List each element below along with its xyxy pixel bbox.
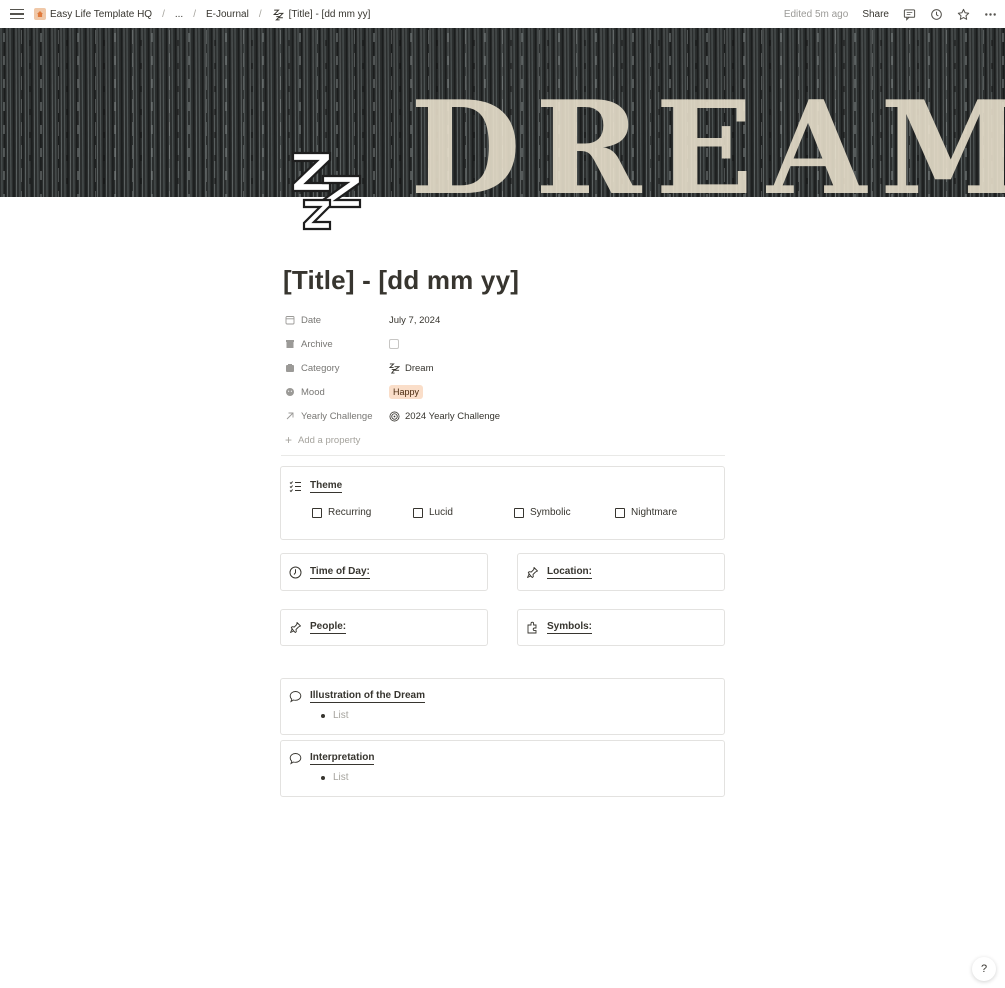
star-icon[interactable] xyxy=(957,8,970,21)
help-button[interactable]: ? xyxy=(972,957,996,981)
property-category-value[interactable]: Dream xyxy=(405,363,434,374)
speech-bubble-icon xyxy=(289,753,302,765)
add-property-button[interactable]: + Add a property xyxy=(283,428,723,452)
puzzle-icon xyxy=(527,621,537,634)
edited-status: Edited 5m ago xyxy=(783,8,849,20)
properties-divider xyxy=(281,455,725,456)
location-callout[interactable]: Location: xyxy=(517,553,725,591)
breadcrumb: Easy Life Template HQ / ... / E-Journal … xyxy=(34,8,370,21)
breadcrumb-parent[interactable]: E-Journal xyxy=(206,9,249,20)
location-label: Location: xyxy=(547,566,592,579)
property-yearly-value[interactable]: 2024 Yearly Challenge xyxy=(405,411,500,422)
mood-icon xyxy=(286,388,294,396)
time-of-day-callout[interactable]: Time of Day: xyxy=(280,553,488,591)
speech-bubble-icon xyxy=(289,691,302,703)
mood-tag[interactable]: Happy xyxy=(389,385,424,399)
property-yearly-challenge[interactable]: Yearly Challenge 2024 Yearly Challenge xyxy=(283,404,723,428)
clock-icon xyxy=(289,566,302,579)
theme-option-label: Lucid xyxy=(429,507,453,518)
help-icon: ? xyxy=(980,963,988,975)
history-icon[interactable] xyxy=(930,8,943,21)
symbols-callout[interactable]: Symbols: xyxy=(517,609,725,646)
archive-checkbox[interactable] xyxy=(389,339,399,349)
breadcrumb-ellipsis[interactable]: ... xyxy=(175,9,183,20)
theme-option-lucid[interactable]: Lucid xyxy=(413,507,514,518)
breadcrumb-current[interactable]: [Title] - [dd mm yy] xyxy=(289,9,371,20)
list-item[interactable]: List xyxy=(321,710,716,721)
bullet xyxy=(321,713,325,718)
property-yearly-label: Yearly Challenge xyxy=(301,410,373,422)
theme-option-label: Nightmare xyxy=(631,507,678,518)
illustration-title: Illustration of the Dream xyxy=(310,690,426,703)
bullet xyxy=(321,775,325,780)
property-date-value[interactable]: July 7, 2024 xyxy=(389,315,440,326)
illustration-callout[interactable]: Illustration of the Dream List xyxy=(280,678,725,735)
property-mood[interactable]: Mood Happy xyxy=(283,380,723,404)
zzz-icon xyxy=(272,9,284,20)
theme-option-label: Symbolic xyxy=(530,507,571,518)
list-placeholder[interactable]: List xyxy=(333,710,349,721)
list-item[interactable]: List xyxy=(321,772,716,783)
home-icon xyxy=(34,8,46,20)
theme-title: Theme xyxy=(310,480,343,493)
theme-callout: Theme Recurring Lucid Symbolic Nightmare xyxy=(280,466,725,540)
calendar-icon xyxy=(285,316,295,325)
interpretation-callout[interactable]: Interpretation List xyxy=(280,740,725,797)
comment-icon[interactable] xyxy=(903,8,916,21)
pin-icon xyxy=(527,567,538,578)
page-icon-zzz[interactable] xyxy=(290,150,364,234)
property-mood-label: Mood xyxy=(301,386,325,398)
people-callout[interactable]: People: xyxy=(280,609,488,646)
property-date-label: Date xyxy=(301,314,322,326)
property-archive-label: Archive xyxy=(301,338,333,350)
more-icon[interactable] xyxy=(984,8,997,21)
top-bar: Easy Life Template HQ / ... / E-Journal … xyxy=(0,0,1005,28)
theme-option-symbolic[interactable]: Symbolic xyxy=(514,507,615,518)
list-placeholder[interactable]: List xyxy=(333,772,349,783)
symbols-label: Symbols: xyxy=(547,621,593,634)
checkbox[interactable] xyxy=(413,507,423,518)
theme-option-nightmare[interactable]: Nightmare xyxy=(615,507,716,518)
theme-option-label: Recurring xyxy=(328,507,372,518)
add-property-label: Add a property xyxy=(298,434,361,446)
property-date[interactable]: Date July 7, 2024 xyxy=(283,308,723,332)
plus-icon: + xyxy=(285,433,293,447)
people-label: People: xyxy=(310,621,347,634)
checkbox[interactable] xyxy=(312,507,322,518)
property-archive[interactable]: Archive xyxy=(283,332,723,356)
cover-dream-text: DREAM xyxy=(410,74,1005,197)
cover-image[interactable]: DREAM xyxy=(0,28,1005,197)
checkbox[interactable] xyxy=(615,507,625,518)
cover-art: DREAM xyxy=(0,28,1005,197)
sidebar-menu-icon[interactable] xyxy=(10,7,24,21)
category-icon xyxy=(286,364,294,372)
arrow-up-right-icon xyxy=(286,412,294,420)
interpretation-title: Interpretation xyxy=(310,752,375,765)
checkbox[interactable] xyxy=(514,507,524,518)
pin-icon xyxy=(290,622,301,633)
property-category-label: Category xyxy=(301,362,340,374)
zzz-icon xyxy=(389,362,400,374)
property-category[interactable]: Category Dream xyxy=(283,356,723,380)
archive-icon xyxy=(286,340,294,348)
page-title[interactable]: [Title] - [dd mm yy] xyxy=(283,265,519,296)
target-icon xyxy=(389,411,400,421)
time-of-day-label: Time of Day: xyxy=(310,566,370,579)
share-button[interactable]: Share xyxy=(862,9,889,20)
checklist-icon xyxy=(289,481,301,493)
breadcrumb-workspace[interactable]: Easy Life Template HQ xyxy=(50,9,152,20)
theme-option-recurring[interactable]: Recurring xyxy=(312,507,413,518)
properties-panel: Date July 7, 2024 Archive Category Dream… xyxy=(283,308,723,452)
